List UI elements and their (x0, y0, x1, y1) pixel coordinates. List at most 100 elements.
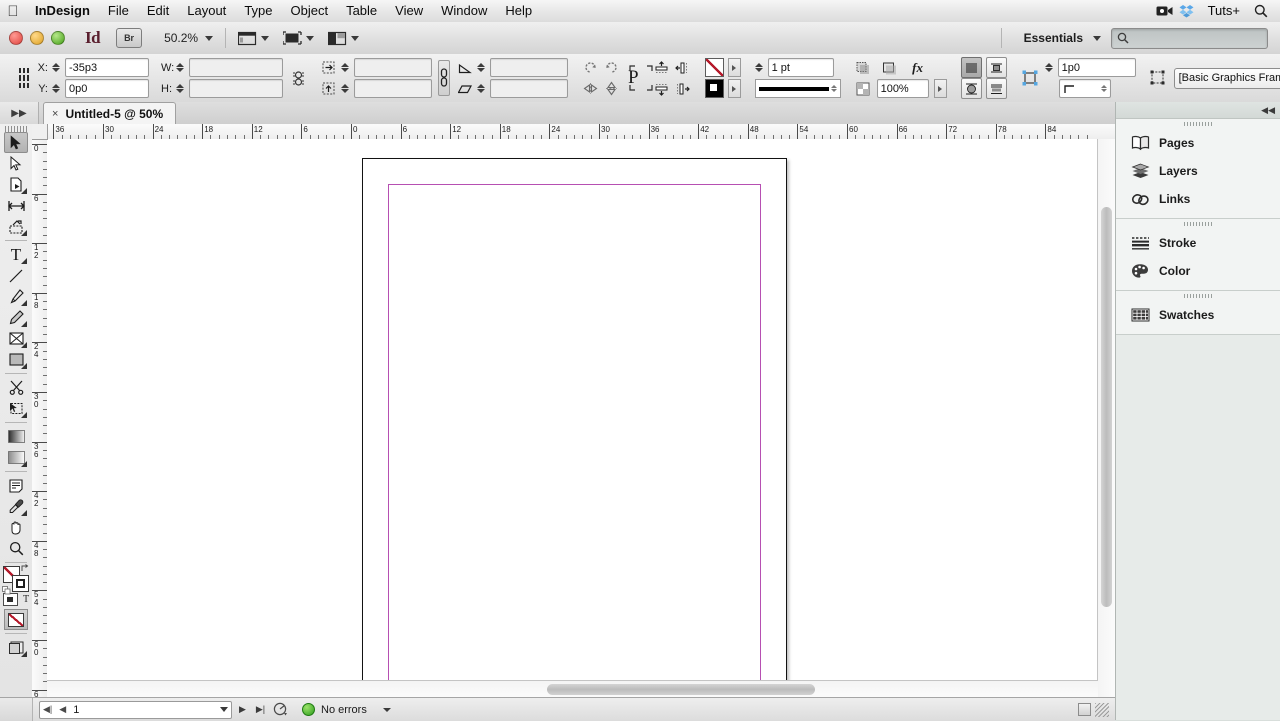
opacity-field[interactable]: 100% (876, 79, 929, 98)
stroke-style-field[interactable] (754, 79, 841, 98)
collapse-panel-icon[interactable]: ▶▶ (0, 102, 39, 124)
note-tool[interactable] (4, 475, 28, 496)
menu-item-edit[interactable]: Edit (138, 0, 178, 22)
menu-item-table[interactable]: Table (337, 0, 386, 22)
corner-radius-field[interactable]: 1p0 (1057, 58, 1136, 77)
rotate-90-ccw-icon[interactable] (603, 59, 620, 76)
stroke-weight-stepper[interactable] (754, 63, 764, 72)
scissors-tool[interactable] (4, 377, 28, 398)
direct-selection-tool[interactable] (4, 153, 28, 174)
previous-page-icon[interactable]: ◀ (59, 704, 66, 715)
document-tab[interactable]: × Untitled-5 @ 50% (43, 102, 177, 124)
menu-item-layout[interactable]: Layout (178, 0, 235, 22)
zoom-tool[interactable] (4, 538, 28, 559)
y-stepper[interactable] (52, 84, 61, 93)
fx-icon[interactable]: fx (907, 59, 929, 76)
object-style-dropdown[interactable]: [Basic Graphics Frame] (1173, 67, 1280, 89)
close-icon[interactable]: × (52, 108, 58, 120)
type-tool[interactable]: T (4, 244, 28, 265)
document-page[interactable] (362, 158, 787, 697)
free-transform-tool[interactable] (4, 398, 28, 419)
w-field[interactable] (189, 58, 283, 77)
hand-tool[interactable] (4, 517, 28, 538)
align-left-icon[interactable] (674, 59, 691, 76)
w-stepper[interactable] (176, 63, 185, 72)
drop-shadow-icon[interactable] (855, 59, 872, 76)
reference-point-selector[interactable] (19, 68, 29, 88)
frame-fitting-proxy[interactable]: P (628, 63, 653, 93)
menu-item-type[interactable]: Type (235, 0, 281, 22)
fill-stroke-proxy[interactable] (2, 564, 29, 595)
page-navigation-field[interactable]: ◀| ◀ 1 (39, 700, 232, 719)
next-page-icon[interactable]: ▶ (235, 702, 250, 718)
vertical-scrollbar-thumb[interactable] (1101, 207, 1112, 607)
pencil-tool[interactable] (4, 307, 28, 328)
rotation-stepper[interactable] (477, 63, 486, 72)
help-search-input[interactable] (1129, 31, 1251, 45)
refpoint-tr[interactable] (27, 68, 29, 74)
formatting-affects-text-icon[interactable]: T (23, 594, 29, 605)
window-resize-grip[interactable] (1095, 702, 1109, 717)
panel-layout-button[interactable] (328, 30, 360, 46)
ruler-corner[interactable] (32, 124, 48, 140)
canvas-area[interactable] (47, 139, 1098, 697)
panel-item-color[interactable]: Color (1116, 257, 1280, 285)
panel-item-layers[interactable]: Layers (1116, 157, 1280, 185)
help-search-box[interactable] (1111, 27, 1268, 49)
refpoint-br[interactable] (27, 82, 29, 88)
line-tool[interactable] (4, 265, 28, 286)
apple-logo-icon[interactable]:  (0, 4, 26, 19)
panel-group-grip[interactable] (1116, 119, 1280, 129)
scale-x-field[interactable] (354, 58, 432, 77)
toolbox-stroke-swatch[interactable] (12, 575, 29, 592)
rotation-field[interactable] (490, 58, 568, 77)
stroke-color-swatch[interactable] (704, 58, 724, 77)
page-tool[interactable] (4, 174, 28, 195)
refpoint-mc[interactable] (23, 75, 25, 81)
x-field[interactable]: -35p3 (65, 58, 149, 77)
menu-item-view[interactable]: View (386, 0, 432, 22)
wrap-object-shape-button[interactable] (960, 78, 982, 99)
minimize-window-button[interactable] (30, 31, 44, 45)
view-options-button[interactable] (238, 30, 270, 46)
dropbox-icon[interactable] (1176, 0, 1198, 22)
object-style-icon[interactable] (1150, 70, 1169, 87)
page-dropdown-icon[interactable] (220, 707, 228, 712)
opacity-dropdown[interactable] (933, 79, 947, 98)
last-page-icon[interactable]: ▶| (253, 702, 268, 718)
workspace-switcher[interactable]: Essentials (1024, 31, 1083, 45)
shear-field[interactable] (490, 79, 568, 98)
preflight-icon[interactable] (271, 702, 290, 718)
rotate-90-cw-icon[interactable] (582, 59, 599, 76)
refpoint-tl[interactable] (19, 68, 21, 74)
h-field[interactable] (189, 79, 283, 98)
gradient-feather-tool[interactable] (4, 447, 28, 468)
shear-stepper[interactable] (477, 84, 486, 93)
zoom-level-control[interactable]: 50.2% (164, 31, 214, 45)
refpoint-bc[interactable] (23, 82, 25, 88)
horizontal-scrollbar[interactable] (47, 680, 1098, 697)
spotlight-search-icon[interactable] (1250, 0, 1272, 22)
align-right-icon[interactable] (674, 80, 691, 97)
gradient-swatch-tool[interactable] (4, 426, 28, 447)
panel-item-stroke[interactable]: Stroke (1116, 229, 1280, 257)
constrain-scale-chain-icon[interactable] (438, 60, 450, 96)
vertical-ruler[interactable]: 0612182430364248546066 (32, 139, 48, 697)
menu-item-indesign[interactable]: InDesign (26, 0, 99, 22)
wrap-jump-object-button[interactable] (985, 78, 1007, 99)
y-field[interactable]: 0p0 (65, 79, 149, 98)
panel-item-pages[interactable]: Pages (1116, 129, 1280, 157)
panel-item-swatches[interactable]: Swatches (1116, 301, 1280, 329)
screen-mode-button[interactable] (283, 30, 315, 46)
panel-group-grip[interactable] (1116, 291, 1280, 301)
wrap-bounding-box-button[interactable] (985, 57, 1007, 78)
object-effects-icon[interactable] (881, 59, 898, 76)
corner-shape-target-icon[interactable] (1021, 70, 1040, 87)
fill-swatch-dropdown[interactable] (727, 79, 741, 98)
flip-horizontal-icon[interactable] (582, 80, 599, 97)
constrain-width-height-icon[interactable] (291, 70, 306, 87)
preflight-dropdown-icon[interactable] (382, 707, 391, 712)
scale-x-stepper[interactable] (341, 63, 350, 72)
scale-y-field[interactable] (354, 79, 432, 98)
refpoint-ml[interactable] (19, 75, 21, 81)
